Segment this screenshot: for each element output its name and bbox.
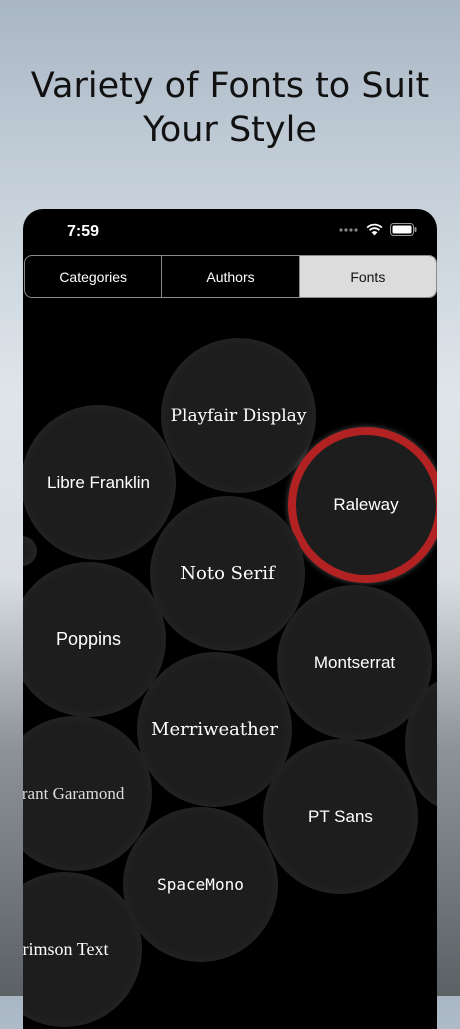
font-bubble-spacemono[interactable]: SpaceMono (123, 807, 278, 962)
font-bubble-label: Crimson Text (23, 939, 109, 959)
font-bubble-libre-franklin[interactable]: Libre Franklin (23, 405, 176, 560)
signal-dots-icon (339, 227, 358, 232)
font-bubble-noto-serif[interactable]: Noto Serif (150, 496, 305, 651)
font-bubble-pt-sans[interactable]: PT Sans (263, 739, 418, 894)
tab-authors[interactable]: Authors (162, 256, 300, 297)
battery-icon (390, 223, 417, 236)
wifi-icon (366, 223, 383, 236)
font-bubbles: Playfair Display Libre Franklin Raleway … (23, 296, 437, 1029)
font-bubble-playfair-display[interactable]: Playfair Display (161, 338, 316, 493)
font-bubble (23, 536, 37, 566)
status-time: 7:59 (67, 223, 100, 240)
headline: Variety of Fonts to Suit Your Style (30, 66, 430, 150)
segmented-control: Categories Authors Fonts (24, 255, 437, 298)
font-bubble-label: Cormorant Garamond (23, 783, 125, 803)
tab-fonts[interactable]: Fonts (299, 256, 436, 297)
tab-categories[interactable]: Categories (25, 256, 163, 297)
status-bar: 7:59 (23, 209, 437, 253)
status-icons (339, 223, 417, 236)
phone-screen: 7:59 Categories Authors Fonts Playfair D… (23, 209, 437, 1029)
font-bubble-merriweather[interactable]: Merriweather (137, 652, 292, 807)
font-bubble-raleway[interactable]: Raleway (288, 427, 437, 583)
